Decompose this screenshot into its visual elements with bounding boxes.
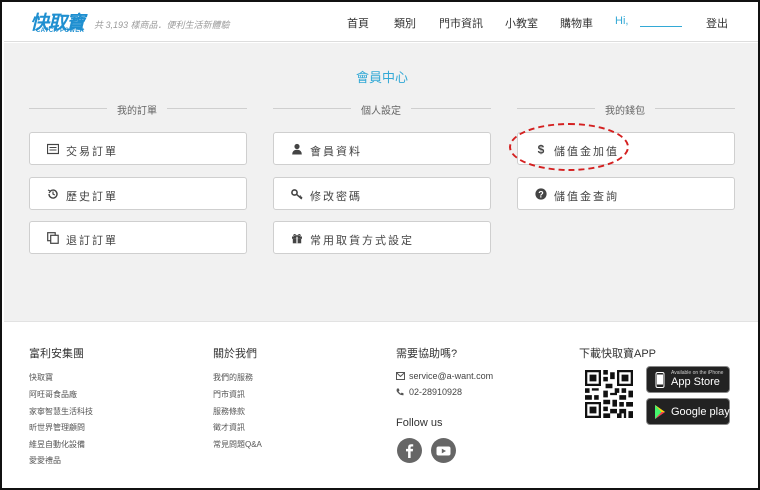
- column-label: 個人設定: [361, 106, 401, 117]
- footer-help-title: 需要協助嗎?: [396, 348, 458, 360]
- change-password-button[interactable]: 修改密碼: [273, 177, 491, 210]
- list-icon: [47, 143, 59, 155]
- footer-link[interactable]: 服務條款: [213, 406, 245, 417]
- divider: [273, 108, 351, 109]
- profile-button[interactable]: 會員資料: [273, 132, 491, 165]
- user-greeting[interactable]: Hi,: [615, 15, 628, 27]
- iphone-icon: [655, 372, 665, 388]
- logout-link[interactable]: 登出: [706, 15, 728, 31]
- balance-query-button[interactable]: ? 儲值金查詢: [517, 177, 735, 210]
- divider: [29, 108, 107, 109]
- divider: [517, 108, 595, 109]
- tagline: 共 3,193 樣商品．便利生活新體驗: [94, 20, 230, 30]
- google-play-icon: [655, 405, 665, 419]
- question-icon: ?: [535, 188, 547, 200]
- footer-link[interactable]: 快取寶: [29, 372, 53, 383]
- divider: [167, 108, 247, 109]
- key-icon: [291, 189, 303, 200]
- button-label: 歷史訂單: [66, 191, 118, 203]
- svg-text:?: ?: [538, 190, 544, 200]
- nav-stores[interactable]: 門市資訊: [439, 15, 483, 31]
- button-label: 修改密碼: [310, 191, 362, 203]
- nav-home[interactable]: 首頁: [347, 15, 369, 31]
- page-title: 會員中心: [355, 70, 408, 85]
- orders-refund-button[interactable]: 退訂訂單: [29, 221, 247, 254]
- column-orders-head: 我的訂單: [29, 102, 247, 117]
- orders-transaction-button[interactable]: 交易訂單: [29, 132, 247, 165]
- browser-frame: 快取寶 CATCH POWER 共 3,193 樣商品．便利生活新體驗 首頁 類…: [0, 0, 760, 490]
- google-play-button[interactable]: Google play: [646, 398, 730, 425]
- footer-link[interactable]: 常見問題Q&A: [213, 439, 262, 450]
- column-settings-head: 個人設定: [273, 102, 491, 117]
- site-footer: 富利安集團 快取寶 阿旺哥食品廠 家寧智慧生活科技 昕世界管理顧問 維昱自動化設…: [4, 321, 758, 488]
- footer-link[interactable]: 昕世界管理顧問: [29, 422, 85, 433]
- column-label: 我的錢包: [605, 106, 645, 117]
- column-wallet-head: 我的錢包: [517, 102, 735, 117]
- footer-about-title: 關於我們: [213, 348, 257, 360]
- highlight-annotation: [509, 123, 629, 171]
- google-play-label: Google play: [671, 406, 730, 418]
- footer-link[interactable]: 我們的服務: [213, 372, 253, 383]
- footer-app-title: 下載快取寶APP: [579, 348, 657, 360]
- envelope-icon: [396, 372, 405, 380]
- nav-cart[interactable]: 購物車: [560, 15, 593, 31]
- history-icon: [47, 189, 58, 199]
- footer-link[interactable]: 阿旺哥食品廠: [29, 389, 77, 400]
- footer-link[interactable]: 門市資訊: [213, 389, 245, 400]
- app-store-label: App Store: [671, 376, 720, 388]
- site-header: 快取寶 CATCH POWER 共 3,193 樣商品．便利生活新體驗 首頁 類…: [4, 4, 758, 42]
- logo-subtext: CATCH POWER: [36, 28, 85, 34]
- logo[interactable]: 快取寶 CATCH POWER: [30, 8, 86, 38]
- support-phone[interactable]: 02-28910928: [409, 387, 462, 397]
- orders-history-button[interactable]: 歷史訂單: [29, 177, 247, 210]
- copy-icon: [47, 232, 59, 244]
- facebook-icon[interactable]: [397, 438, 422, 463]
- nav-category[interactable]: 類別: [394, 15, 416, 31]
- qr-code-icon: [585, 370, 633, 418]
- app-store-button[interactable]: Available on the iPhone App Store: [646, 366, 730, 393]
- nav-classroom[interactable]: 小教室: [505, 15, 538, 31]
- footer-link[interactable]: 徵才資訊: [213, 422, 245, 433]
- footer-link[interactable]: 家寧智慧生活科技: [29, 406, 93, 417]
- divider: [411, 108, 491, 109]
- gift-icon: [292, 233, 302, 244]
- button-label: 退訂訂單: [66, 235, 118, 247]
- divider: [655, 108, 735, 109]
- button-label: 常用取貨方式設定: [310, 235, 414, 247]
- member-center: 會員中心 我的訂單 個人設定 我的錢包 交易訂單 歷史訂單 退訂訂單 會員資料 …: [4, 43, 758, 321]
- button-label: 交易訂單: [66, 146, 118, 158]
- support-email[interactable]: service@a-want.com: [409, 371, 493, 381]
- footer-link[interactable]: 愛愛禮品: [29, 455, 61, 466]
- button-label: 會員資料: [310, 146, 362, 158]
- column-label: 我的訂單: [117, 106, 157, 117]
- button-label: 儲值金查詢: [554, 191, 619, 203]
- follow-us-label: Follow us: [396, 417, 443, 429]
- phone-icon: [396, 388, 404, 396]
- pickup-settings-button[interactable]: 常用取貨方式設定: [273, 221, 491, 254]
- footer-link[interactable]: 維昱自動化設備: [29, 439, 85, 450]
- username-underline: [640, 26, 682, 27]
- footer-group-title: 富利安集團: [29, 348, 84, 360]
- youtube-icon[interactable]: [431, 438, 456, 463]
- user-icon: [292, 143, 302, 155]
